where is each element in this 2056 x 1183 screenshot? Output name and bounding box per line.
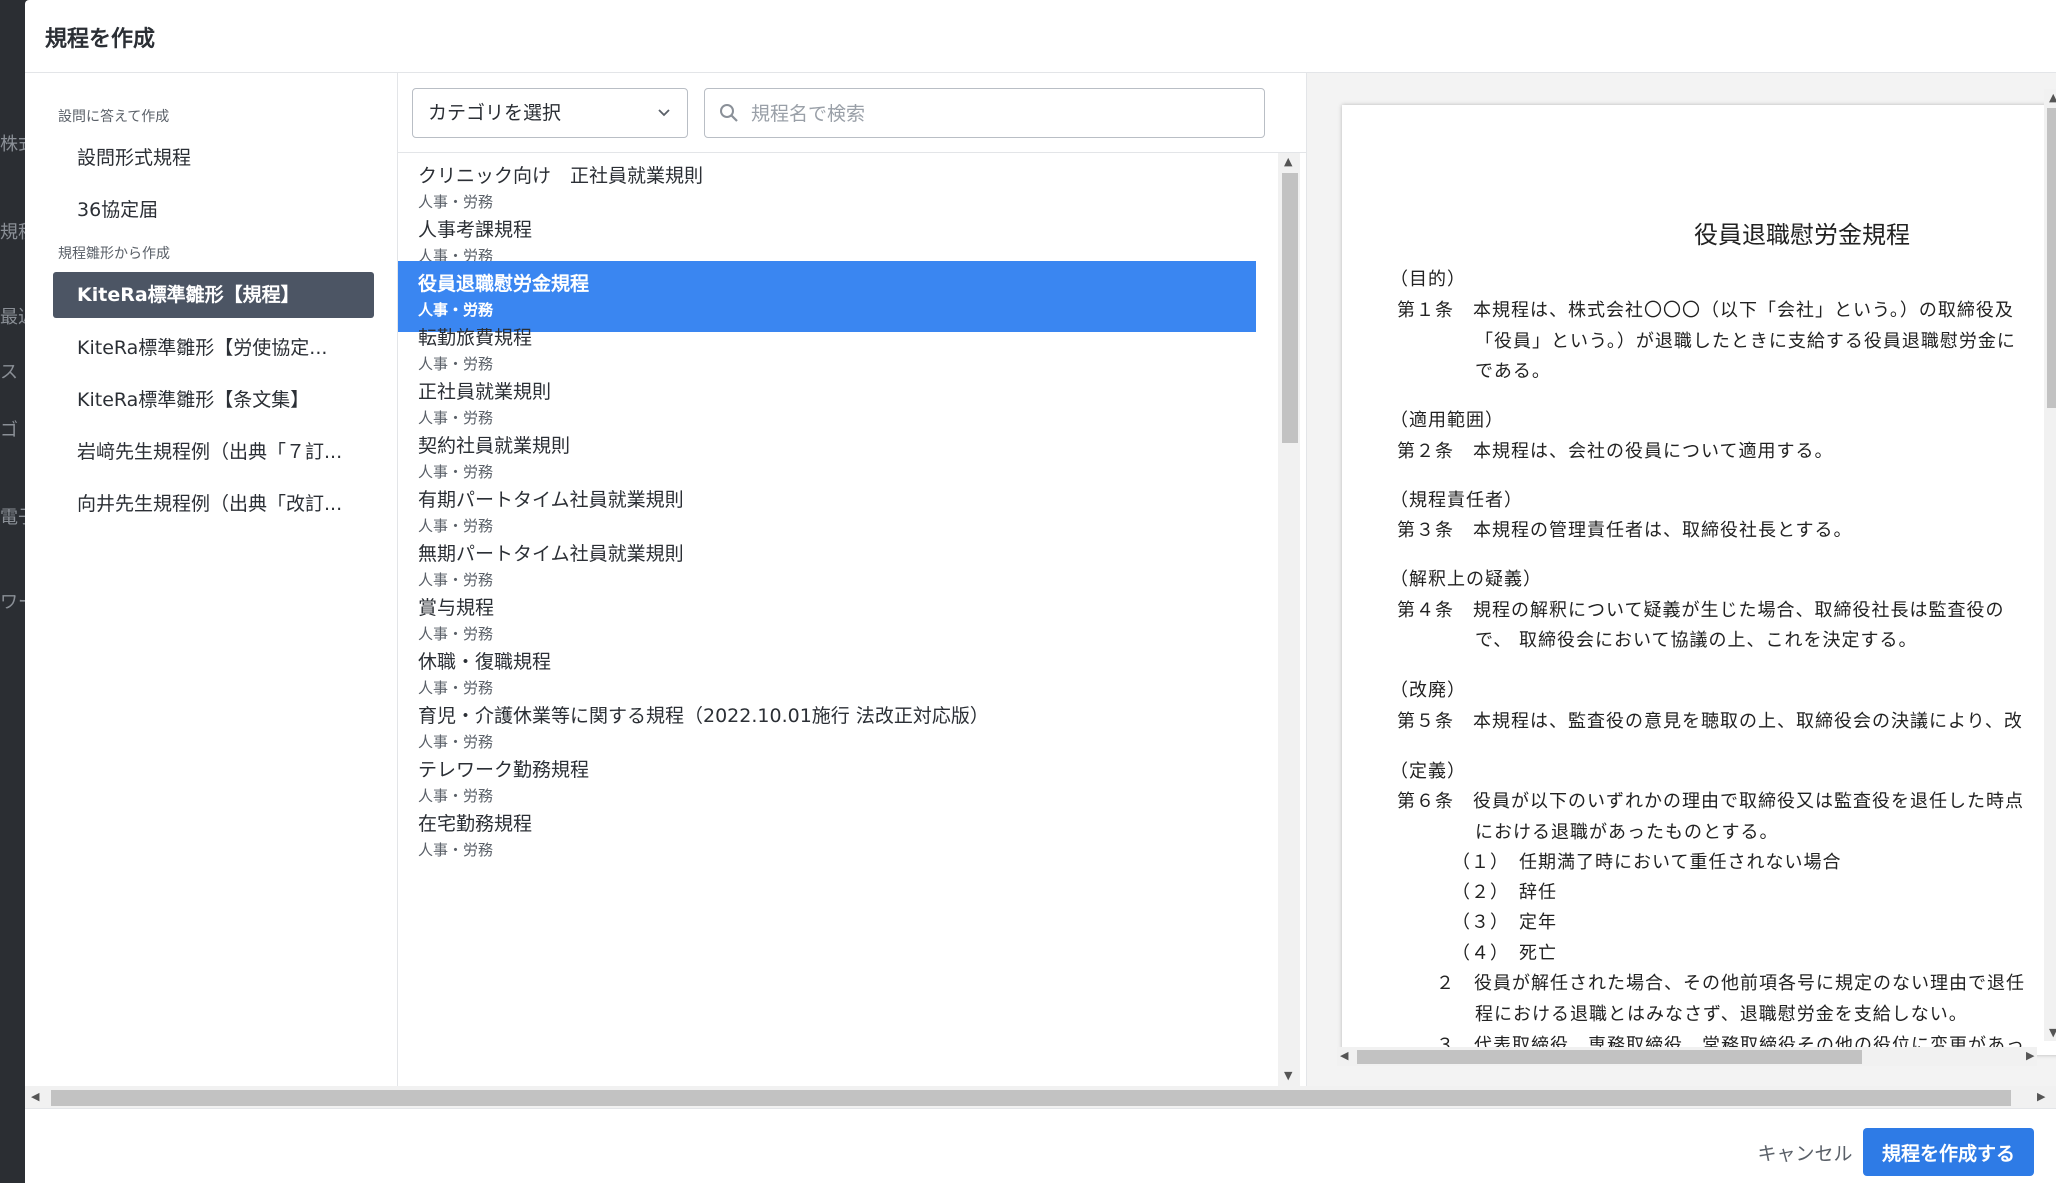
background-sidebar-text: ワー	[0, 592, 25, 613]
left-item-iwasaki-examples[interactable]: 岩﨑先生規程例（出典「７訂...	[53, 429, 374, 475]
document-line: 第２条 本規程は、会社の役員について適用する。	[1397, 441, 1834, 462]
document-preview: 役員退職慰労金規程 （目的） 第１条 本規程は、株式会社〇〇〇（以下「会社」とい…	[1342, 105, 2056, 1055]
document-title: 役員退職慰労金規程	[1694, 221, 1910, 249]
create-regulation-button[interactable]: 規程を作成する	[1863, 1128, 2034, 1176]
list-toolbar: カテゴリを選択	[398, 73, 1307, 153]
scroll-left-arrow-icon[interactable]: ◀	[31, 1090, 39, 1103]
document-line: 第１条 本規程は、株式会社〇〇〇（以下「会社」という。）の取締役及	[1397, 300, 2014, 321]
search-icon	[720, 104, 738, 122]
scroll-down-arrow-icon[interactable]: ▼	[2049, 1026, 2056, 1039]
document-line: 程における退職とはみなさず、退職慰労金を支給しない。	[1475, 1004, 1968, 1025]
document-line: 第４条 規程の解釈について疑義が生じた場合、取締役社長は監査役の	[1397, 600, 2005, 621]
dialog-title: 規程を作成	[45, 27, 156, 52]
dialog-horizontal-scrollbar-thumb[interactable]	[51, 1090, 2011, 1106]
document-line: （定義）	[1390, 761, 1466, 782]
list-item-title: 育児・介護休業等に関する規程（2022.10.01施行 法改正対応版）	[418, 705, 989, 727]
create-regulation-dialog: 規程を作成 設問に答えて作成 設問形式規程 36協定届 規程雛形から作成 Kit…	[25, 0, 2056, 1183]
document-line: における退職があったものとする。	[1475, 822, 1779, 843]
background-sidebar-text: ゴ	[0, 420, 18, 441]
background-sidebar-text: 最近	[0, 307, 25, 328]
background-sidebar-text: ス	[0, 362, 18, 383]
scroll-down-arrow-icon[interactable]: ▼	[1284, 1069, 1292, 1082]
list-item-title: 契約社員就業規則	[418, 435, 571, 457]
category-select-value: カテゴリを選択	[428, 102, 562, 124]
left-item-36-agreement[interactable]: 36協定届	[53, 187, 374, 233]
document-line: （適用範囲）	[1390, 410, 1504, 431]
chevron-down-icon	[657, 89, 671, 157]
document-line: 第５条 本規程は、監査役の意見を聴取の上、取締役会の決議により、改	[1397, 711, 2023, 732]
document-line: （３） 定年	[1452, 912, 1557, 933]
document-line: 第３条 本規程の管理責任者は、取締役社長とする。	[1397, 520, 1853, 541]
background-sidebar-text: 電子	[0, 507, 25, 528]
scroll-up-arrow-icon[interactable]: ▲	[2049, 91, 2056, 104]
section-label-template: 規程雛形から作成	[58, 246, 170, 262]
document-line: である。	[1475, 361, 1551, 382]
document-line: 「役員」という。）が退職したときに支給する役員退職慰労金に	[1475, 331, 2016, 352]
list-item-title: 有期パートタイム社員就業規則	[418, 489, 684, 511]
left-item-kitera-labor-agreement[interactable]: KiteRa標準雛形【労使協定...	[53, 325, 374, 371]
scroll-left-arrow-icon[interactable]: ◀	[1340, 1049, 1348, 1062]
document-line: で、 取締役会において協議の上、これを決定する。	[1475, 630, 1918, 651]
document-line: 第６条 役員が以下のいずれかの理由で取締役又は監査役を退任した時点	[1397, 791, 2024, 812]
source-type-panel: 設問に答えて作成 設問形式規程 36協定届 規程雛形から作成 KiteRa標準雛…	[25, 73, 398, 1086]
scroll-right-arrow-icon[interactable]: ▶	[2026, 1049, 2034, 1062]
preview-vertical-scrollbar-thumb[interactable]	[2047, 108, 2056, 408]
document-line: （２） 辞任	[1452, 882, 1557, 903]
document-line: （改廃）	[1390, 680, 1466, 701]
list-item-title: 役員退職慰労金規程	[418, 273, 590, 295]
list-item-title: 転勤旅費規程	[418, 327, 533, 349]
list-item[interactable]: 在宅勤務規程 人事・労務	[398, 801, 1256, 872]
list-item-title: 人事考課規程	[418, 219, 533, 241]
list-item-title: テレワーク勤務規程	[418, 759, 590, 781]
list-item-title: クリニック向け 正社員就業規則	[418, 165, 704, 187]
left-item-kitera-articles[interactable]: KiteRa標準雛形【条文集】	[53, 377, 374, 423]
document-line: （４） 死亡	[1452, 943, 1557, 964]
search-field[interactable]	[704, 88, 1265, 138]
template-list: クリニック向け 正社員就業規則 人事・労務 人事考課規程 人事・労務 役員退職慰…	[398, 153, 1307, 1086]
section-label-questionnaire: 設問に答えて作成	[58, 109, 170, 125]
list-item-title: 正社員就業規則	[418, 381, 552, 403]
list-item-title: 無期パートタイム社員就業規則	[418, 543, 684, 565]
document-line: （１） 任期満了時において重任されない場合	[1452, 852, 1842, 873]
template-list-panel: カテゴリを選択 クリニック向け 正社員就業規則 人事・労務 人事考課規程	[398, 73, 1307, 1086]
document-line: （規程責任者）	[1390, 490, 1523, 511]
scroll-up-arrow-icon[interactable]: ▲	[1284, 155, 1292, 168]
background-sidebar-text: 規程	[0, 222, 25, 243]
preview-panel: 役員退職慰労金規程 （目的） 第１条 本規程は、株式会社〇〇〇（以下「会社」とい…	[1307, 73, 2056, 1086]
document-line: （解釈上の疑義）	[1390, 569, 1542, 590]
list-item-category: 人事・労務	[418, 841, 494, 859]
scroll-right-arrow-icon[interactable]: ▶	[2037, 1090, 2045, 1103]
category-select[interactable]: カテゴリを選択	[412, 88, 688, 138]
document-line: （目的）	[1390, 269, 1466, 290]
left-item-mukai-examples[interactable]: 向井先生規程例（出典「改訂...	[53, 481, 374, 527]
left-item-questionnaire-regulation[interactable]: 設問形式規程	[53, 135, 374, 181]
background-sidebar-text: 株式	[0, 134, 25, 155]
dialog-header: 規程を作成	[25, 0, 2056, 73]
preview-horizontal-scrollbar-thumb[interactable]	[1357, 1050, 1862, 1064]
background-app-sidebar: 株式 規程 最近 ス ゴ 電子 ワー	[0, 0, 25, 1183]
list-item-title: 休職・復職規程	[418, 651, 552, 673]
list-scrollbar-thumb[interactable]	[1282, 173, 1298, 443]
cancel-button[interactable]: キャンセル	[1745, 1129, 1865, 1175]
list-item-title: 賞与規程	[418, 597, 495, 619]
left-item-kitera-regulation[interactable]: KiteRa標準雛形【規程】	[53, 272, 374, 318]
search-input[interactable]	[749, 97, 1253, 131]
list-item-title: 在宅勤務規程	[418, 813, 533, 835]
dialog-footer: キャンセル 規程を作成する	[25, 1108, 2056, 1183]
document-line: ２ 役員が解任された場合、その他前項各号に規定のない理由で退任	[1436, 973, 2025, 994]
